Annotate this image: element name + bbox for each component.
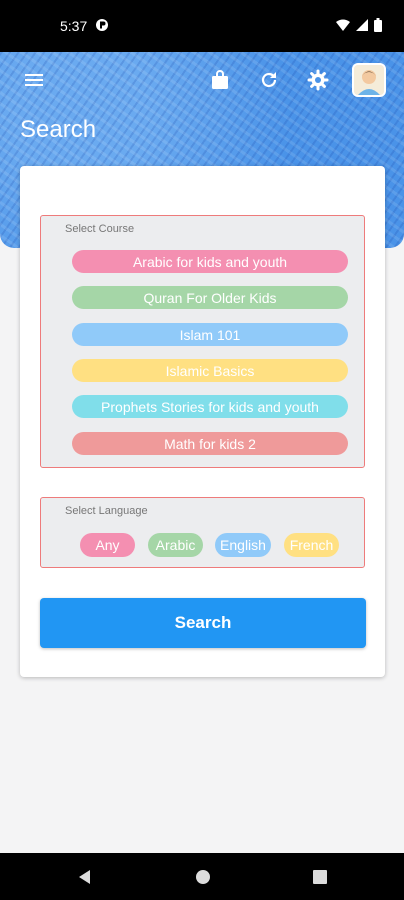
avatar[interactable]	[352, 63, 386, 97]
course-option-math-kids-2[interactable]: Math for kids 2	[72, 432, 348, 455]
page-title: Search	[20, 116, 97, 143]
status-time: 5:37	[60, 18, 88, 34]
recents-icon[interactable]	[310, 867, 330, 887]
language-option-english[interactable]: English	[215, 533, 271, 557]
toolbar	[0, 52, 404, 108]
search-button[interactable]: Search	[40, 598, 366, 648]
language-option-arabic[interactable]: Arabic	[148, 533, 203, 557]
language-selection-group: Select Language Any Arabic English Frenc…	[40, 497, 365, 568]
course-selection-group: Select Course Arabic for kids and youth …	[40, 215, 365, 468]
course-option-arabic-kids-youth[interactable]: Arabic for kids and youth	[72, 250, 348, 273]
battery-icon	[374, 17, 382, 35]
search-card: Select Course Arabic for kids and youth …	[20, 166, 385, 677]
language-option-french[interactable]: French	[284, 533, 339, 557]
course-section-label: Select Course	[65, 223, 135, 235]
signal-icon	[356, 18, 368, 34]
course-option-islamic-basics[interactable]: Islamic Basics	[72, 359, 348, 382]
course-option-islam-101[interactable]: Islam 101	[72, 323, 348, 346]
course-option-quran-older-kids[interactable]: Quran For Older Kids	[72, 286, 348, 309]
menu-icon[interactable]	[20, 66, 48, 94]
back-icon[interactable]	[75, 867, 95, 887]
settings-icon[interactable]	[304, 66, 332, 94]
navigation-bar	[0, 853, 404, 900]
language-option-any[interactable]: Any	[80, 533, 135, 557]
home-icon[interactable]	[193, 867, 213, 887]
wifi-icon	[336, 18, 350, 34]
notification-icon	[95, 18, 109, 35]
status-left: 5:37	[60, 18, 109, 35]
refresh-icon[interactable]	[255, 66, 283, 94]
status-bar: 5:37	[0, 0, 404, 52]
language-section-label: Select Language	[65, 505, 148, 517]
shopping-bag-icon[interactable]	[206, 66, 234, 94]
status-right	[336, 17, 382, 35]
course-option-prophets-stories[interactable]: Prophets Stories for kids and youth	[72, 395, 348, 418]
